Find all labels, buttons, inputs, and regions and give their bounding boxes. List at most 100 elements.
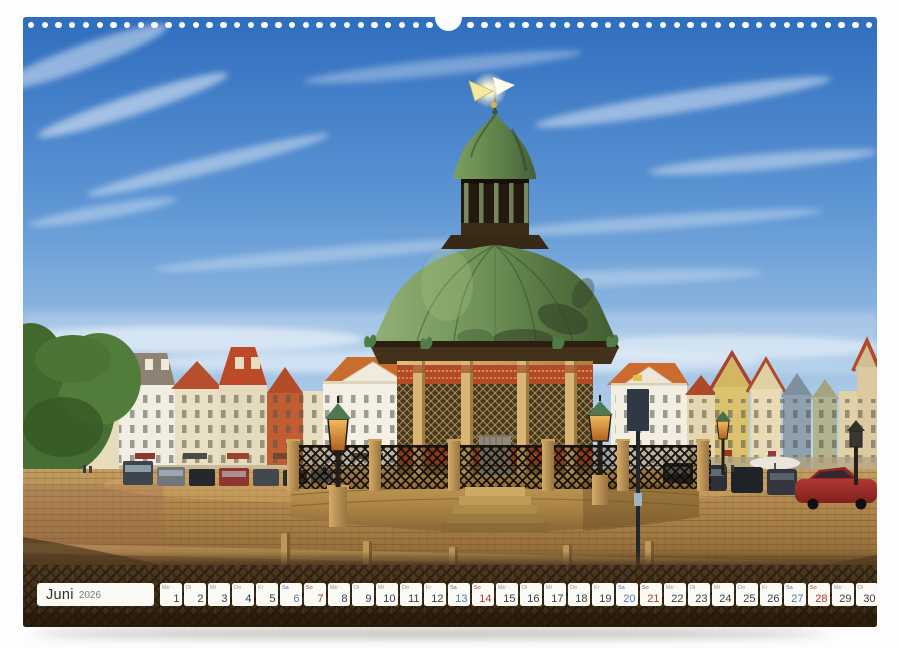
- month-name: Juni: [46, 587, 74, 603]
- page-drop-shadow: [34, 629, 826, 638]
- day-weekday: So: [810, 585, 817, 591]
- photo: [23, 17, 877, 627]
- day-weekday: Mo: [162, 585, 170, 591]
- day-cell: So7: [304, 583, 326, 606]
- day-cell: Fr19: [592, 583, 614, 606]
- day-cell: Sa 27: [784, 583, 806, 606]
- day-weekday: Sa: [282, 585, 289, 591]
- day-weekday: Sa: [786, 585, 793, 591]
- binding-hole: [371, 22, 377, 28]
- day-cell: So 21: [640, 583, 662, 606]
- day-weekday: Di: [186, 585, 191, 591]
- binding-hole: [426, 22, 432, 28]
- binding-hole: [165, 22, 171, 28]
- day-number: 2: [197, 594, 203, 605]
- binding-hole: [797, 22, 803, 28]
- day-weekday: Mo: [330, 585, 338, 591]
- day-number: 23: [695, 594, 707, 605]
- binding-hole: [303, 22, 309, 28]
- day-number: 12: [431, 594, 443, 605]
- day-weekday: So: [642, 585, 649, 591]
- day-number: 28: [815, 594, 827, 605]
- binding-hole: [206, 22, 212, 28]
- day-cell: Di23: [688, 583, 710, 606]
- day-number: 10: [383, 594, 395, 605]
- day-cell: Mo1: [160, 583, 182, 606]
- day-weekday: Do: [402, 585, 409, 591]
- photo-scene: [23, 17, 877, 627]
- day-cell: Do4: [232, 583, 254, 606]
- day-cell: Mo 15: [496, 583, 518, 606]
- day-number: 5: [269, 594, 275, 605]
- day-number: 26: [767, 594, 779, 605]
- day-weekday: So: [474, 585, 481, 591]
- day-number: 9: [365, 594, 371, 605]
- month-year: 2026: [79, 590, 101, 601]
- day-cell: Do25: [736, 583, 758, 606]
- binding-hole: [110, 22, 116, 28]
- day-number: 27: [791, 594, 803, 605]
- day-weekday: Fr: [594, 585, 599, 591]
- day-weekday: Mo: [498, 585, 506, 591]
- day-weekday: Do: [234, 585, 241, 591]
- day-number: 24: [719, 594, 731, 605]
- day-weekday: Mo: [666, 585, 674, 591]
- day-number: 15: [503, 594, 515, 605]
- day-weekday: Sa: [450, 585, 457, 591]
- day-cell: Fr12: [424, 583, 446, 606]
- day-number: 13: [455, 594, 467, 605]
- day-number: 8: [341, 594, 347, 605]
- binding-hole: [632, 22, 638, 28]
- day-cell: Do 18: [568, 583, 590, 606]
- day-cell: Fr5: [256, 583, 278, 606]
- day-weekday: Do: [570, 585, 577, 591]
- day-cell: Do 11: [400, 583, 422, 606]
- day-number: 19: [599, 594, 611, 605]
- day-cell: Sa20: [616, 583, 638, 606]
- day-cell: Di30: [856, 583, 878, 606]
- binding-hole: [536, 22, 542, 28]
- day-number: 3: [221, 594, 227, 605]
- day-weekday: Sa: [618, 585, 625, 591]
- day-weekday: Fr: [426, 585, 431, 591]
- binding-hole: [261, 22, 267, 28]
- calendar-product-page: { "calendar": { "month": "Juni", "year":…: [0, 0, 899, 648]
- day-cell: Di 2: [184, 583, 206, 606]
- day-cell: Di 9: [352, 583, 374, 606]
- binding-hole: [577, 22, 583, 28]
- day-weekday: Di: [690, 585, 695, 591]
- binding-hole: [591, 22, 597, 28]
- day-number: 25: [743, 594, 755, 605]
- day-number: 30: [863, 594, 875, 605]
- binding-hole: [784, 22, 790, 28]
- day-number: 11: [408, 594, 419, 605]
- day-weekday: Mi: [714, 585, 720, 591]
- day-number: 21: [647, 594, 659, 605]
- day-cell: Mi 24: [712, 583, 734, 606]
- day-weekday: Mi: [378, 585, 384, 591]
- binding-hole: [674, 22, 680, 28]
- day-weekday: Mi: [210, 585, 216, 591]
- day-number: 18: [575, 594, 587, 605]
- day-number: 16: [527, 594, 539, 605]
- day-weekday: Di: [858, 585, 863, 591]
- binding-hole: [852, 22, 858, 28]
- day-cell: So 14: [472, 583, 494, 606]
- day-number: 14: [479, 594, 491, 605]
- binding-hole: [729, 22, 735, 28]
- day-weekday: Mi: [546, 585, 552, 591]
- binding-hole: [413, 22, 419, 28]
- day-number: 17: [551, 594, 563, 605]
- day-cell: Di16: [520, 583, 542, 606]
- day-number: 1: [173, 594, 179, 605]
- day-number: 6: [293, 594, 299, 605]
- day-number: 29: [839, 594, 851, 605]
- binding-hole: [467, 22, 473, 28]
- day-cell: Mi 10: [376, 583, 398, 606]
- day-number: 7: [317, 594, 323, 605]
- day-weekday: Di: [354, 585, 359, 591]
- binding-hole: [358, 22, 364, 28]
- day-cell: Mo29: [832, 583, 854, 606]
- day-cell: So 28: [808, 583, 830, 606]
- day-cell: Mo8: [328, 583, 350, 606]
